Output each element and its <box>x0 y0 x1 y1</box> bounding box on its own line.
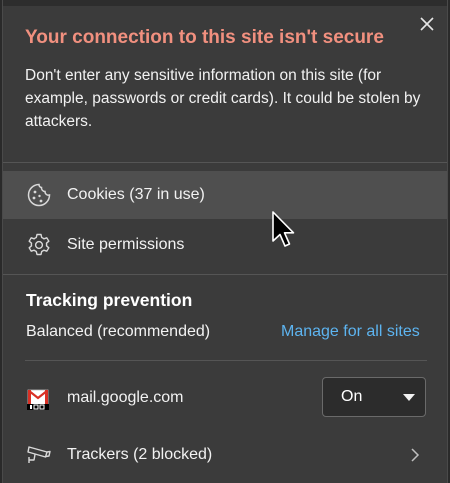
top-strip <box>3 0 447 6</box>
cookies-row[interactable]: Cookies (37 in use) <box>3 171 447 219</box>
trackers-label: Trackers (2 blocked) <box>67 446 213 463</box>
site-info-flyout: Your connection to this site isn't secur… <box>2 0 448 483</box>
tracking-toggle-select[interactable]: On <box>322 377 426 417</box>
site-permissions-label: Site permissions <box>67 236 185 253</box>
site-domain: mail.google.com <box>67 389 184 406</box>
chevron-right-icon <box>407 447 423 463</box>
close-button[interactable] <box>413 10 441 38</box>
cookie-icon <box>25 181 53 209</box>
warning-title: Your connection to this site isn't secur… <box>25 27 384 48</box>
divider <box>25 360 427 361</box>
close-icon <box>420 17 434 31</box>
cookies-label: Cookies (37 in use) <box>67 186 205 203</box>
site-tracking-row: mail.google.com On <box>3 374 447 422</box>
divider <box>3 274 447 275</box>
security-warning: Your connection to this site isn't secur… <box>25 24 420 133</box>
gear-icon <box>25 231 53 259</box>
gmail-icon <box>27 388 49 410</box>
tracking-prevention-level: Balanced (recommended) <box>26 323 211 340</box>
trackers-row[interactable]: Trackers (2 blocked) <box>3 430 447 480</box>
warning-description: Don't enter any sensitive information on… <box>25 67 421 130</box>
manage-for-all-sites-link[interactable]: Manage for all sites <box>281 323 420 341</box>
tracking-prevention-title: Tracking prevention <box>26 290 193 310</box>
site-permissions-row[interactable]: Site permissions <box>3 221 447 269</box>
divider <box>3 162 447 163</box>
tracking-toggle-value: On <box>341 388 363 405</box>
caret-down-icon <box>403 394 415 401</box>
tracker-camera-icon <box>25 441 53 469</box>
